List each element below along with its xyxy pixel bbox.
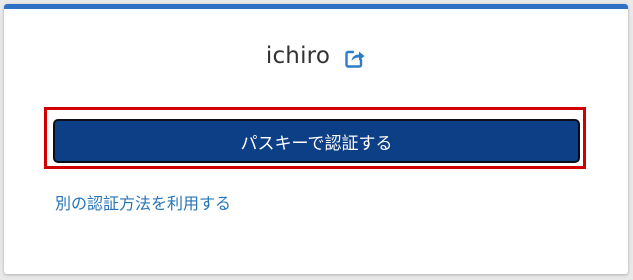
card-top-accent-bar — [4, 4, 628, 9]
username-label: ichiro — [265, 43, 331, 69]
other-auth-method-link[interactable]: 別の認証方法を利用する — [55, 190, 231, 214]
passkey-auth-button[interactable]: パスキーで認証する — [53, 119, 580, 163]
username-row: ichiro — [4, 38, 628, 74]
share-edit-icon[interactable] — [344, 47, 366, 69]
login-card: ichiro パスキーで認証する 別の認証方法を利用する — [4, 4, 628, 274]
